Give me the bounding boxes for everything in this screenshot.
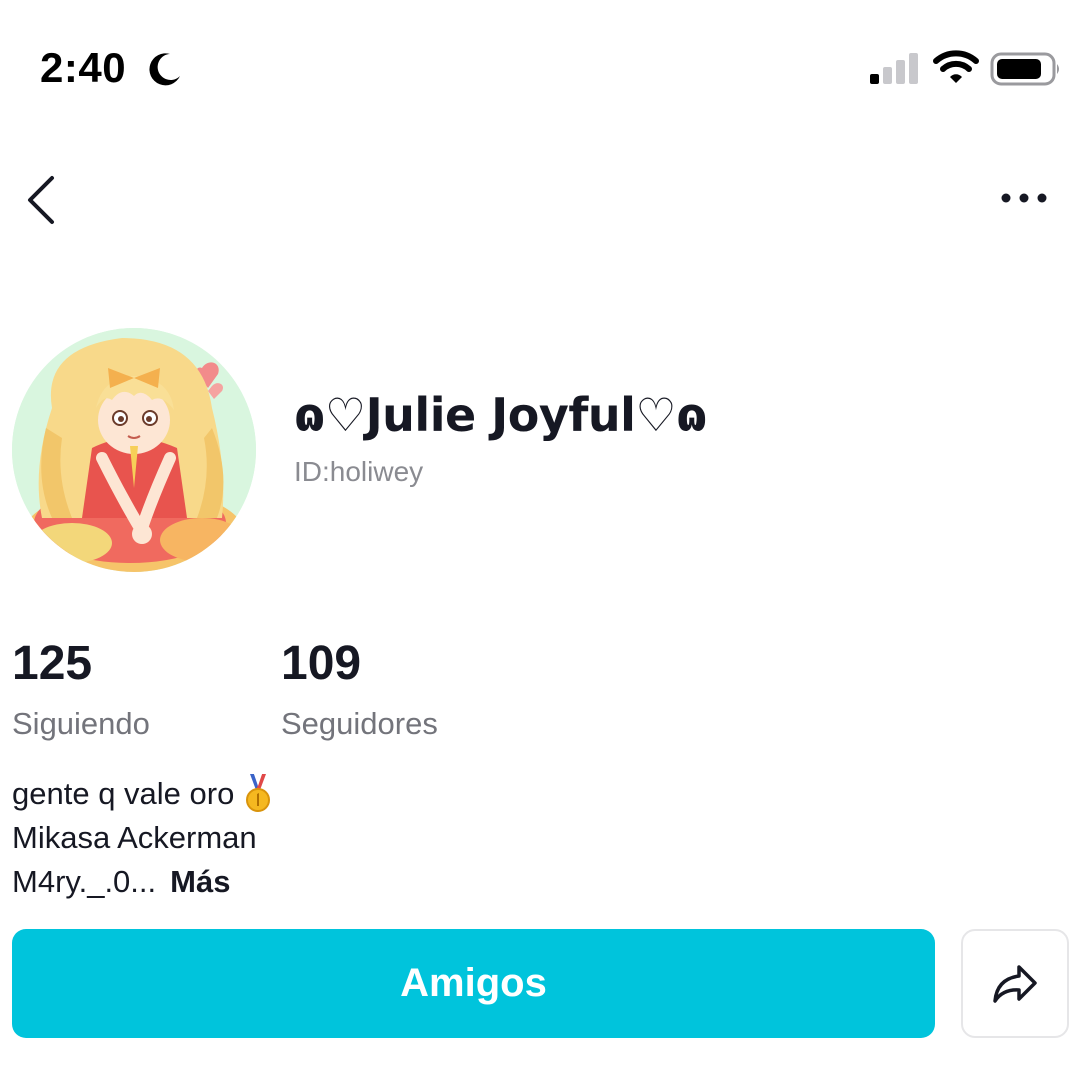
bio-line: Mikasa Ackerman [12, 820, 257, 855]
following-label: Siguiendo [12, 706, 150, 741]
ellipsis-icon[interactable] [994, 180, 1054, 216]
battery-icon [990, 52, 1059, 86]
more-link[interactable]: Más [170, 864, 230, 899]
avatar[interactable] [12, 328, 256, 572]
friends-button[interactable]: Amigos [12, 929, 935, 1038]
medal-icon [246, 774, 271, 812]
followers-stat[interactable]: 109 Seguidores [281, 636, 438, 742]
following-stat[interactable]: 125 Siguiendo [12, 636, 150, 742]
share-button[interactable] [961, 929, 1069, 1038]
share-arrow-icon [993, 964, 1037, 1003]
bio-line: gente q vale oro [12, 772, 274, 816]
wifi-icon [933, 50, 979, 83]
cellular-signal-icon [870, 53, 918, 84]
chevron-left-icon[interactable] [20, 172, 64, 228]
status-bar: 2:40 [0, 0, 1080, 140]
user-id: ID:holiwey [294, 456, 424, 487]
bio-line: M4ry._.0... Más [12, 860, 274, 904]
following-count: 125 [12, 637, 93, 690]
followers-count: 109 [281, 637, 362, 690]
avatar-illustration [12, 328, 256, 572]
bio-line-text: gente q vale oro [12, 776, 235, 811]
status-time: 2:40 [40, 44, 127, 91]
display-name: ɷ♡Julie Joyful♡ɷ [294, 388, 708, 442]
bio-line-text: M4ry._.0... [12, 864, 157, 899]
moon-icon [149, 53, 180, 86]
bio: gente q vale oro Mikasa Ackerman M4ry._.… [12, 772, 274, 904]
followers-label: Seguidores [281, 706, 438, 741]
